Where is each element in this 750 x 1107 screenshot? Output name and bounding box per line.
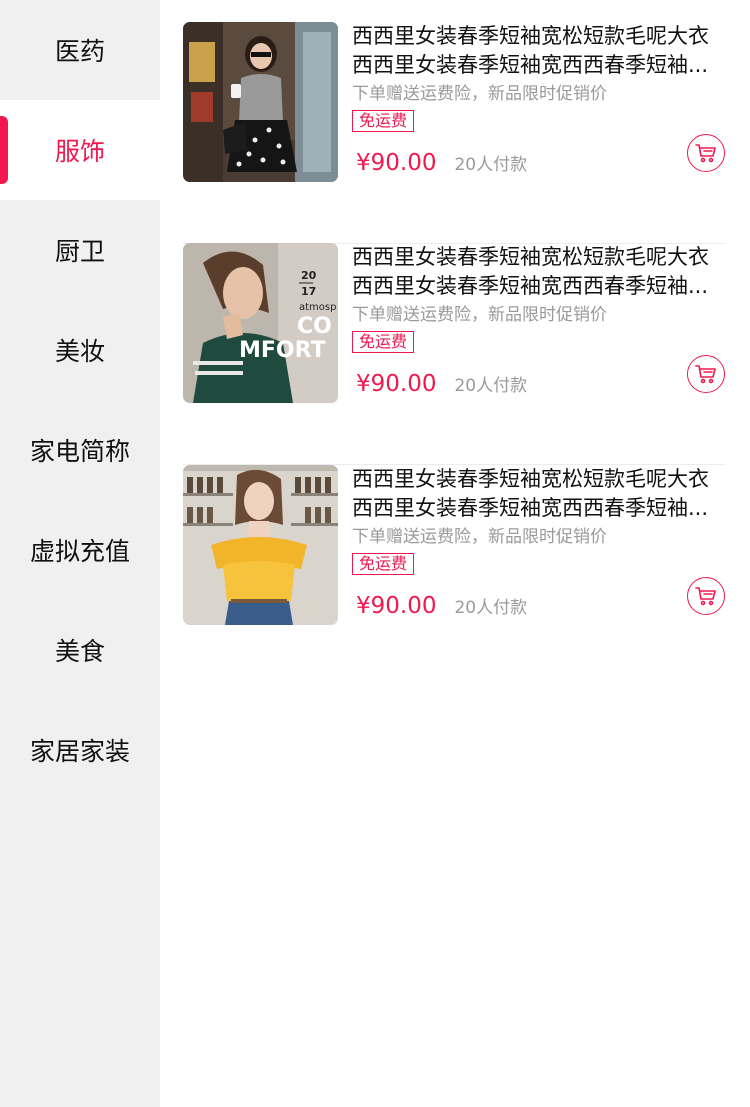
sold-count: 20人付款: [454, 155, 528, 175]
category-label: 厨卫: [54, 237, 105, 266]
free-shipping-badge: 免运费: [352, 331, 415, 353]
cart-icon: [695, 587, 716, 606]
price-row: ¥90.00 20人付款: [356, 371, 527, 397]
product-title[interactable]: 西西里女装春季短袖宽松短款毛呢大衣: [352, 465, 725, 494]
category-label: 医药: [54, 37, 105, 66]
price: ¥90.00: [356, 593, 437, 619]
add-to-cart-button[interactable]: [687, 134, 725, 172]
price: ¥90.00: [356, 150, 437, 176]
product-info: 西西里女装春季短袖宽松短款毛呢大衣 西西里女装春季短袖宽西西春季短袖... 下单…: [352, 22, 725, 182]
svg-text:MFORT: MFORT: [239, 338, 326, 363]
promo-text: 下单赠送运费险，新品限时促销价: [352, 305, 607, 325]
category-sidebar: 医药 服饰 厨卫 美妆 家电简称 虚拟充值 美食 家居家装: [0, 0, 160, 1107]
category-item-food[interactable]: 美食: [0, 600, 160, 700]
product-image[interactable]: [183, 465, 338, 625]
svg-text:17: 17: [301, 285, 316, 298]
price: ¥90.00: [356, 371, 437, 397]
category-label: 虚拟充值: [29, 537, 130, 566]
category-label: 服饰: [54, 137, 105, 166]
svg-text:atmosp: atmosp: [299, 302, 336, 313]
category-item-beauty[interactable]: 美妆: [0, 300, 160, 400]
product-image[interactable]: [183, 22, 338, 182]
category-item-kitchen-bath[interactable]: 厨卫: [0, 200, 160, 300]
price-row: ¥90.00 20人付款: [356, 150, 527, 176]
product-card[interactable]: 西西里女装春季短袖宽松短款毛呢大衣 西西里女装春季短袖宽西西春季短袖... 下单…: [183, 22, 725, 244]
sold-count: 20人付款: [454, 376, 528, 396]
category-label: 美妆: [54, 337, 105, 366]
add-to-cart-button[interactable]: [687, 577, 725, 615]
product-list: 西西里女装春季短袖宽松短款毛呢大衣 西西里女装春季短袖宽西西春季短袖... 下单…: [160, 0, 750, 1107]
promo-text: 下单赠送运费险，新品限时促销价: [352, 84, 607, 104]
free-shipping-badge: 免运费: [352, 553, 415, 575]
free-shipping-badge: 免运费: [352, 110, 415, 132]
sold-count: 20人付款: [454, 598, 528, 618]
category-item-appliances[interactable]: 家电简称: [0, 400, 160, 500]
category-label: 家电简称: [29, 437, 130, 466]
add-to-cart-button[interactable]: [687, 355, 725, 393]
category-item-medicine[interactable]: 医药: [0, 0, 160, 100]
price-row: ¥90.00 20人付款: [356, 593, 527, 619]
cart-icon: [695, 365, 716, 384]
product-info: 西西里女装春季短袖宽松短款毛呢大衣 西西里女装春季短袖宽西西春季短袖... 下单…: [352, 243, 725, 403]
svg-text:20: 20: [301, 269, 317, 282]
active-indicator: [0, 116, 8, 184]
category-item-home-decor[interactable]: 家居家装: [0, 700, 160, 800]
product-card[interactable]: 西西里女装春季短袖宽松短款毛呢大衣 西西里女装春季短袖宽西西春季短袖... 下单…: [183, 465, 725, 687]
promo-text: 下单赠送运费险，新品限时促销价: [352, 527, 607, 547]
cart-icon: [695, 144, 716, 163]
product-card[interactable]: 20 17 atmosp CO MFORT 西西里女装春季短袖宽松短款毛呢大衣 …: [183, 243, 725, 465]
category-item-apparel[interactable]: 服饰: [0, 100, 160, 200]
product-title-continued[interactable]: 西西里女装春季短袖宽西西春季短袖...: [352, 272, 725, 301]
category-label: 美食: [54, 637, 105, 666]
product-title-continued[interactable]: 西西里女装春季短袖宽西西春季短袖...: [352, 51, 725, 80]
product-title[interactable]: 西西里女装春季短袖宽松短款毛呢大衣: [352, 22, 725, 51]
svg-text:CO: CO: [297, 314, 332, 339]
product-image[interactable]: 20 17 atmosp CO MFORT: [183, 243, 338, 403]
product-title-continued[interactable]: 西西里女装春季短袖宽西西春季短袖...: [352, 494, 725, 523]
category-item-virtual-recharge[interactable]: 虚拟充值: [0, 500, 160, 600]
product-title[interactable]: 西西里女装春季短袖宽松短款毛呢大衣: [352, 243, 725, 272]
category-label: 家居家装: [29, 737, 130, 766]
product-info: 西西里女装春季短袖宽松短款毛呢大衣 西西里女装春季短袖宽西西春季短袖... 下单…: [352, 465, 725, 625]
